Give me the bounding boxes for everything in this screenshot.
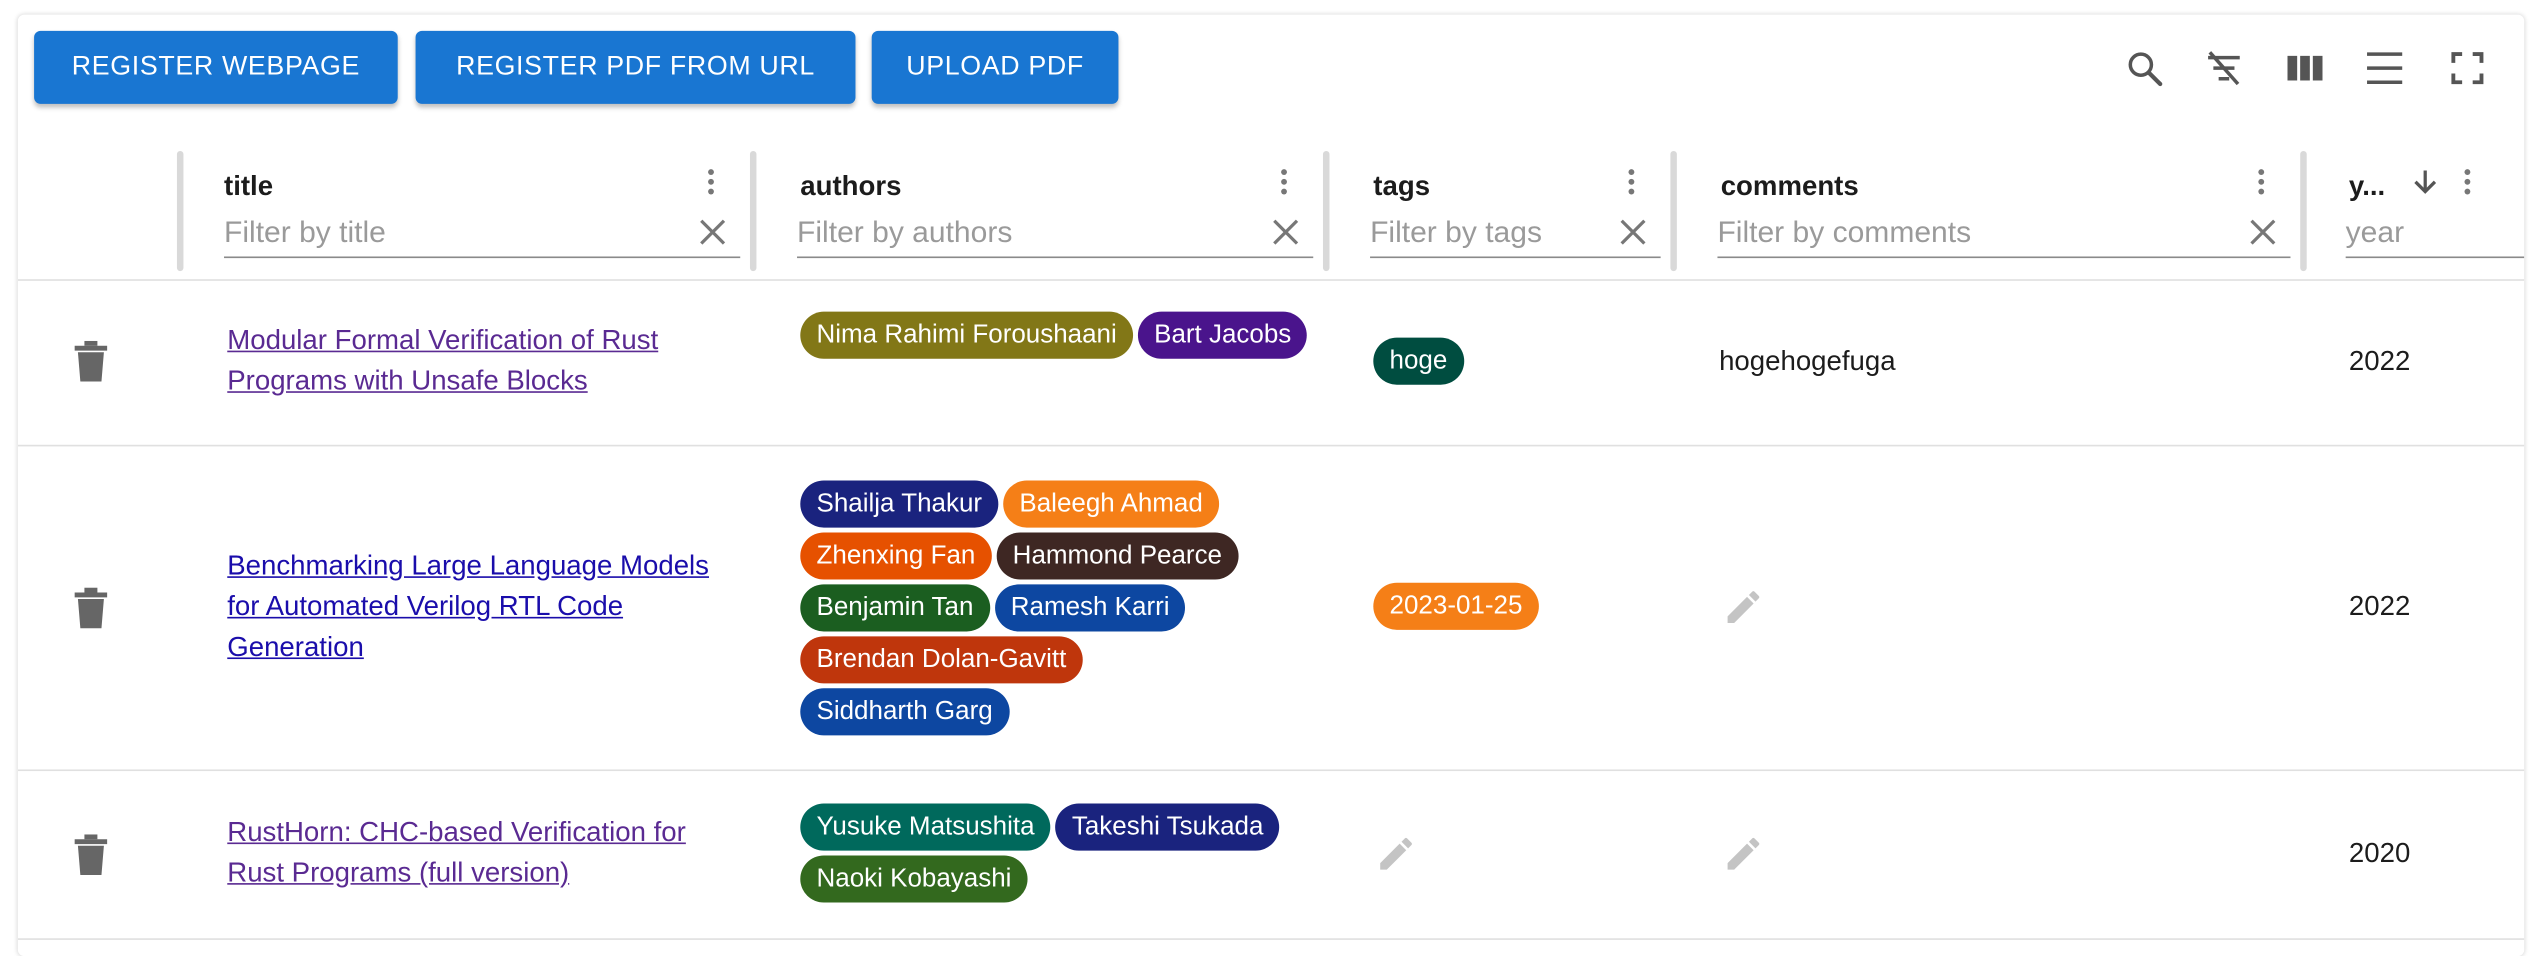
year-cell: 2022 [2348, 590, 2411, 622]
column-menu-icon[interactable] [2451, 166, 2483, 198]
column-header-year: y... [2345, 149, 2525, 263]
register-pdf-from-url-button[interactable]: REGISTER PDF FROM URL [415, 30, 856, 104]
author-chip[interactable]: Hammond Pearce [996, 532, 1239, 580]
author-chip[interactable]: Zhenxing Fan [800, 532, 992, 580]
year-cell: 2020 [2348, 837, 2411, 869]
column-separator[interactable] [176, 150, 184, 272]
clear-filter-icon[interactable] [2245, 214, 2281, 250]
sort-descending-icon[interactable] [2409, 166, 2441, 198]
authors-cell: Yusuke Matsushita Takeshi Tsukada Naoki … [800, 803, 1319, 903]
column-title-label[interactable]: title [224, 170, 273, 202]
edit-tags-icon[interactable] [1375, 833, 1417, 875]
title-filter-field[interactable] [224, 209, 741, 259]
filter-off-icon[interactable] [2203, 47, 2245, 89]
table-row: Modular Formal Verification of Rust Prog… [18, 281, 2524, 445]
column-menu-icon[interactable] [1615, 166, 1647, 198]
column-header-authors: authors [797, 149, 1314, 263]
author-chip[interactable]: Baleegh Ahmad [1003, 480, 1220, 528]
authors-filter-input[interactable] [797, 209, 1314, 255]
authors-filter-field[interactable] [797, 209, 1314, 259]
author-chip[interactable]: Ramesh Karri [994, 584, 1186, 632]
column-header-tags: tags [1370, 149, 1661, 263]
clear-filter-icon[interactable] [1615, 214, 1651, 250]
clear-filter-icon[interactable] [695, 214, 731, 250]
author-chip[interactable]: Naoki Kobayashi [800, 855, 1028, 903]
column-comments-label[interactable]: comments [1721, 170, 1859, 202]
column-separator[interactable] [2300, 150, 2307, 272]
clear-filter-icon[interactable] [1268, 214, 1304, 250]
delete-icon[interactable] [73, 834, 109, 876]
author-chip[interactable]: Brendan Dolan-Gavitt [800, 636, 1083, 684]
table-row: RustHorn: CHC-based Verification for Rus… [18, 771, 2524, 938]
title-filter-input[interactable] [224, 209, 741, 255]
column-authors-label[interactable]: authors [800, 170, 901, 202]
search-icon[interactable] [2123, 47, 2165, 89]
paper-title-link[interactable]: Modular Formal Verification of Rust Prog… [227, 320, 746, 401]
column-header-comments: comments [1717, 149, 2291, 263]
author-chip[interactable]: Siddharth Garg [800, 688, 1009, 736]
delete-icon[interactable] [73, 340, 109, 383]
year-filter-input[interactable] [2345, 209, 2525, 255]
year-filter-field[interactable] [2345, 209, 2525, 259]
edit-comment-icon[interactable] [1722, 833, 1764, 875]
tag-chip[interactable]: hoge [1373, 337, 1464, 385]
author-chip[interactable]: Nima Rahimi Foroushaani [800, 311, 1134, 359]
authors-cell: Nima Rahimi Foroushaani Bart Jacobs [800, 311, 1319, 359]
tag-chip[interactable]: 2023-01-25 [1373, 582, 1539, 630]
row-divider [17, 938, 2525, 940]
paper-title-link[interactable]: Benchmarking Large Language Models for A… [227, 545, 746, 667]
column-menu-icon[interactable] [1268, 166, 1300, 198]
author-chip[interactable]: Takeshi Tsukada [1055, 803, 1280, 851]
author-chip[interactable]: Yusuke Matsushita [800, 803, 1051, 851]
column-separator[interactable] [1670, 150, 1677, 272]
fullscreen-icon[interactable] [2446, 47, 2488, 89]
comment-text[interactable]: hogehogefuga [1719, 346, 1896, 378]
column-menu-icon[interactable] [695, 166, 727, 198]
column-year-label[interactable]: y... [2349, 170, 2385, 202]
comments-filter-input[interactable] [1717, 209, 2291, 255]
author-chip[interactable]: Shailja Thakur [800, 480, 999, 528]
author-chip[interactable]: Bart Jacobs [1137, 311, 1308, 359]
paper-title-link[interactable]: RustHorn: CHC-based Verification for Rus… [227, 812, 746, 893]
year-cell: 2022 [2348, 345, 2411, 377]
table-row: Benchmarking Large Language Models for A… [18, 446, 2524, 769]
authors-cell: Shailja Thakur Baleegh Ahmad Zhenxing Fa… [800, 480, 1271, 736]
delete-icon[interactable] [73, 587, 109, 630]
column-tags-label[interactable]: tags [1373, 170, 1430, 202]
column-separator[interactable] [1322, 150, 1330, 272]
upload-pdf-button[interactable]: UPLOAD PDF [871, 30, 1119, 104]
density-icon[interactable] [2364, 47, 2406, 89]
register-webpage-button[interactable]: REGISTER WEBPAGE [34, 30, 398, 104]
papers-table-panel: REGISTER WEBPAGE REGISTER PDF FROM URL U… [17, 14, 2525, 956]
column-separator[interactable] [749, 150, 757, 272]
author-chip[interactable]: Benjamin Tan [800, 584, 990, 632]
column-menu-icon[interactable] [2245, 166, 2277, 198]
edit-comment-icon[interactable] [1722, 586, 1764, 628]
comments-filter-field[interactable] [1717, 209, 2291, 259]
columns-icon[interactable] [2284, 47, 2326, 89]
column-header-title: title [224, 149, 741, 263]
